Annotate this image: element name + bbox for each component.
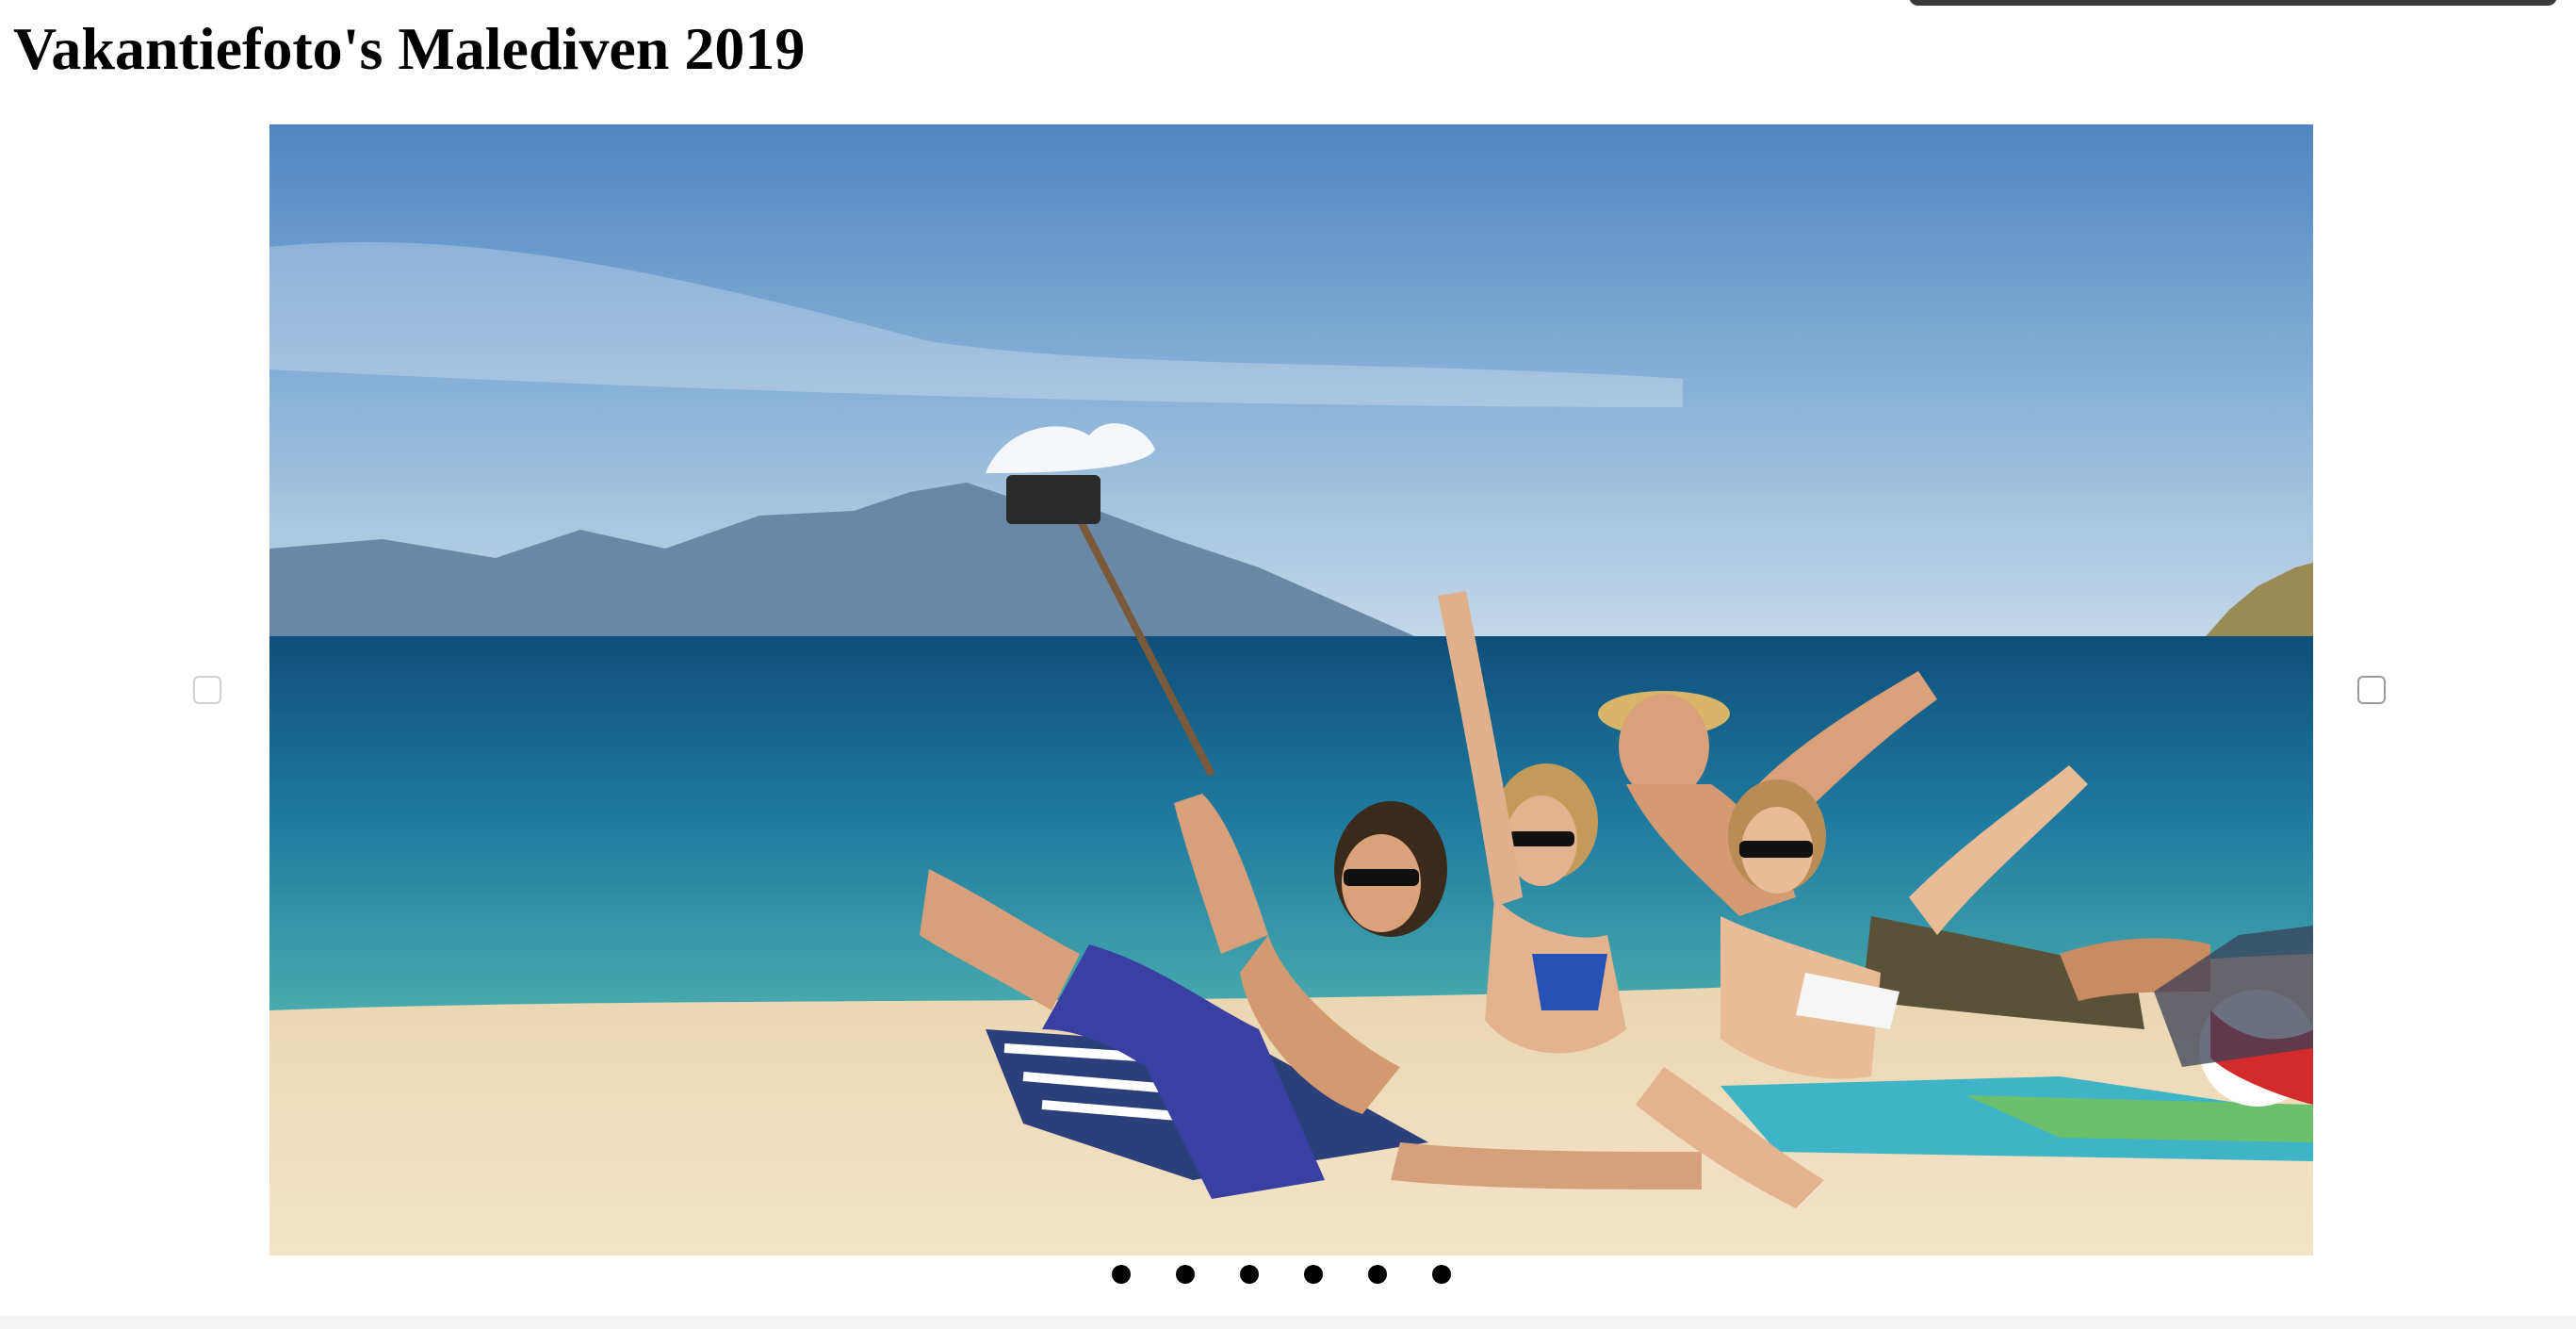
page: Vakantiefoto's Malediven 2019 xyxy=(0,0,2576,1329)
slide-dot-3[interactable] xyxy=(1240,1265,1259,1284)
slide-dot-5[interactable] xyxy=(1368,1265,1387,1284)
beach-selfie-photo xyxy=(269,124,2313,1255)
slide-dot-2[interactable] xyxy=(1176,1265,1195,1284)
slide-dot-6[interactable] xyxy=(1432,1265,1451,1284)
slide-dot-1[interactable] xyxy=(1112,1265,1131,1284)
slide-indicators xyxy=(1112,1265,1489,1288)
slide-dot-4[interactable] xyxy=(1304,1265,1323,1284)
prev-slide-button[interactable] xyxy=(193,676,221,704)
slide-image xyxy=(269,124,2313,1255)
page-title: Vakantiefoto's Malediven 2019 xyxy=(13,15,806,82)
page-footer-strip xyxy=(0,1316,2576,1329)
next-slide-button[interactable] xyxy=(2357,676,2386,704)
slideshow xyxy=(269,124,2313,1255)
popup-edge xyxy=(1909,0,2557,6)
